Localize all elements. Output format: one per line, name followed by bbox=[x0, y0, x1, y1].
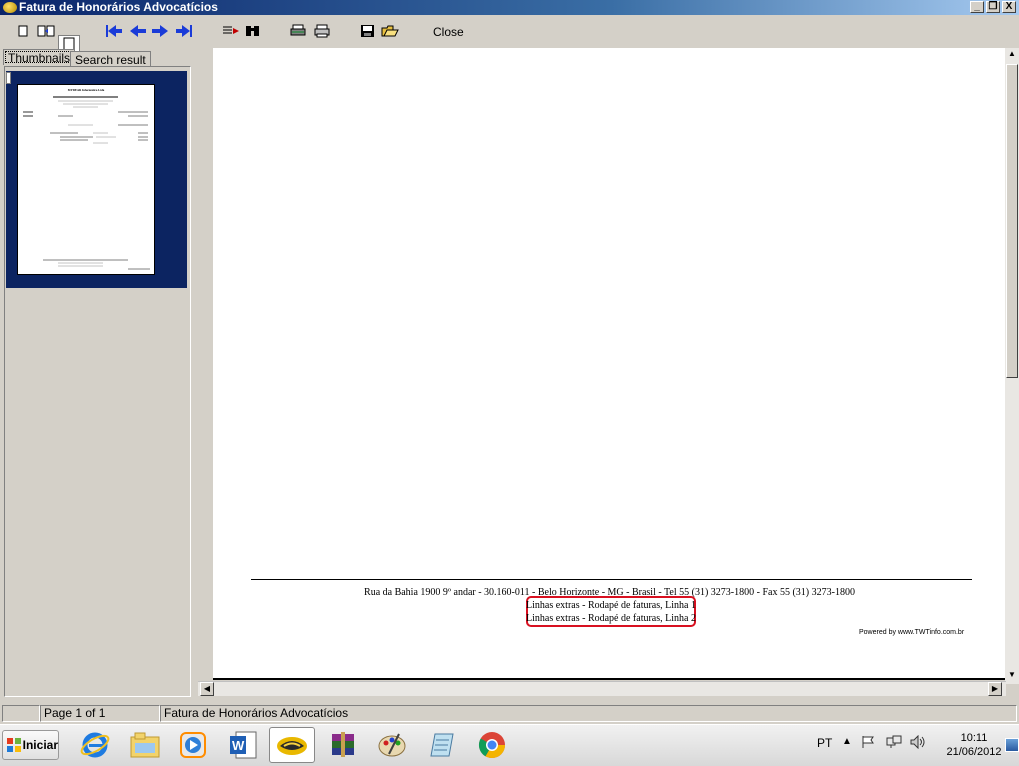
handshake-app-icon[interactable] bbox=[269, 727, 315, 763]
window-title: Fatura de Honorários Advocatícios bbox=[19, 0, 218, 14]
print-setup-icon[interactable] bbox=[288, 21, 308, 41]
chrome-icon[interactable] bbox=[469, 727, 515, 763]
status-document: Fatura de Honorários Advocatícios bbox=[160, 705, 1017, 722]
tab-thumbnails[interactable]: Thumbnails bbox=[3, 49, 76, 65]
close-button[interactable]: Close bbox=[433, 25, 464, 39]
find-icon[interactable] bbox=[243, 21, 263, 41]
footer-extra-line-1: Linhas extras - Rodapé de faturas, Linha… bbox=[526, 600, 696, 611]
two-page-icon[interactable] bbox=[36, 21, 56, 41]
scroll-down-icon[interactable]: ▼ bbox=[1005, 669, 1019, 683]
document-page bbox=[213, 48, 1006, 680]
single-page-icon[interactable] bbox=[16, 21, 30, 41]
volume-icon[interactable] bbox=[910, 734, 926, 752]
svg-text:W: W bbox=[232, 738, 245, 753]
save-icon[interactable] bbox=[358, 21, 378, 41]
horizontal-scrollbar[interactable]: ◀ ▶ bbox=[198, 681, 1006, 696]
app-icon bbox=[3, 2, 17, 13]
powered-by: Powered by www.TWTinfo.com.br bbox=[859, 629, 965, 636]
footer-rule bbox=[251, 579, 972, 580]
scroll-left-icon[interactable]: ◀ bbox=[200, 682, 214, 696]
notepad-icon[interactable] bbox=[419, 727, 465, 763]
clock-time: 10:11 bbox=[960, 732, 988, 744]
print-icon[interactable] bbox=[312, 21, 332, 41]
minimize-button[interactable]: _ bbox=[970, 1, 984, 13]
open-icon[interactable] bbox=[380, 21, 400, 41]
word-icon[interactable]: W bbox=[220, 727, 266, 763]
start-label: Iniciar bbox=[22, 738, 58, 752]
next-page-icon[interactable] bbox=[150, 21, 170, 41]
close-window-button[interactable]: X bbox=[1002, 1, 1016, 13]
thumbnail-marker bbox=[6, 72, 11, 84]
thumbnail-title: MYDEAR Informática Ltda bbox=[67, 88, 105, 92]
internet-explorer-icon[interactable] bbox=[72, 727, 118, 763]
windows-logo-icon bbox=[7, 738, 21, 752]
media-player-icon[interactable] bbox=[170, 727, 216, 763]
action-center-flag-icon[interactable] bbox=[861, 735, 875, 752]
start-button[interactable]: Iniciar bbox=[2, 730, 59, 760]
show-hidden-icons-icon[interactable]: ▲ bbox=[842, 736, 852, 747]
first-page-icon[interactable] bbox=[104, 21, 124, 41]
title-bar: Fatura de Honorários Advocatícios _ ❐ X bbox=[0, 0, 1019, 15]
last-page-icon[interactable] bbox=[174, 21, 194, 41]
restore-button[interactable]: ❐ bbox=[986, 1, 1000, 13]
footer-extra-line-2: Linhas extras - Rodapé de faturas, Linha… bbox=[526, 613, 696, 624]
page-edit-icon[interactable] bbox=[221, 21, 241, 41]
status-page: Page 1 of 1 bbox=[40, 705, 160, 722]
prev-page-icon[interactable] bbox=[128, 21, 148, 41]
clock[interactable]: 10:11 21/06/2012 bbox=[944, 731, 1004, 759]
paint-icon[interactable] bbox=[369, 727, 415, 763]
vertical-scrollbar[interactable]: ▲ ▼ bbox=[1005, 48, 1019, 684]
scroll-right-icon[interactable]: ▶ bbox=[988, 682, 1002, 696]
viewer-margin bbox=[198, 48, 213, 681]
winrar-icon[interactable] bbox=[320, 727, 366, 763]
scroll-up-icon[interactable]: ▲ bbox=[1005, 48, 1019, 62]
language-indicator[interactable]: PT bbox=[817, 736, 832, 750]
clock-date: 21/06/2012 bbox=[946, 746, 1002, 758]
tab-search-result[interactable]: Search result bbox=[70, 51, 151, 67]
network-icon[interactable] bbox=[886, 735, 902, 752]
vertical-scroll-thumb[interactable] bbox=[1006, 64, 1018, 378]
toolbar: Close bbox=[0, 15, 1019, 55]
file-explorer-icon[interactable] bbox=[122, 727, 168, 763]
status-panel-empty bbox=[2, 705, 40, 722]
page-thumbnail[interactable]: MYDEAR Informática Ltda bbox=[17, 84, 155, 275]
show-desktop-button[interactable] bbox=[1005, 738, 1019, 752]
